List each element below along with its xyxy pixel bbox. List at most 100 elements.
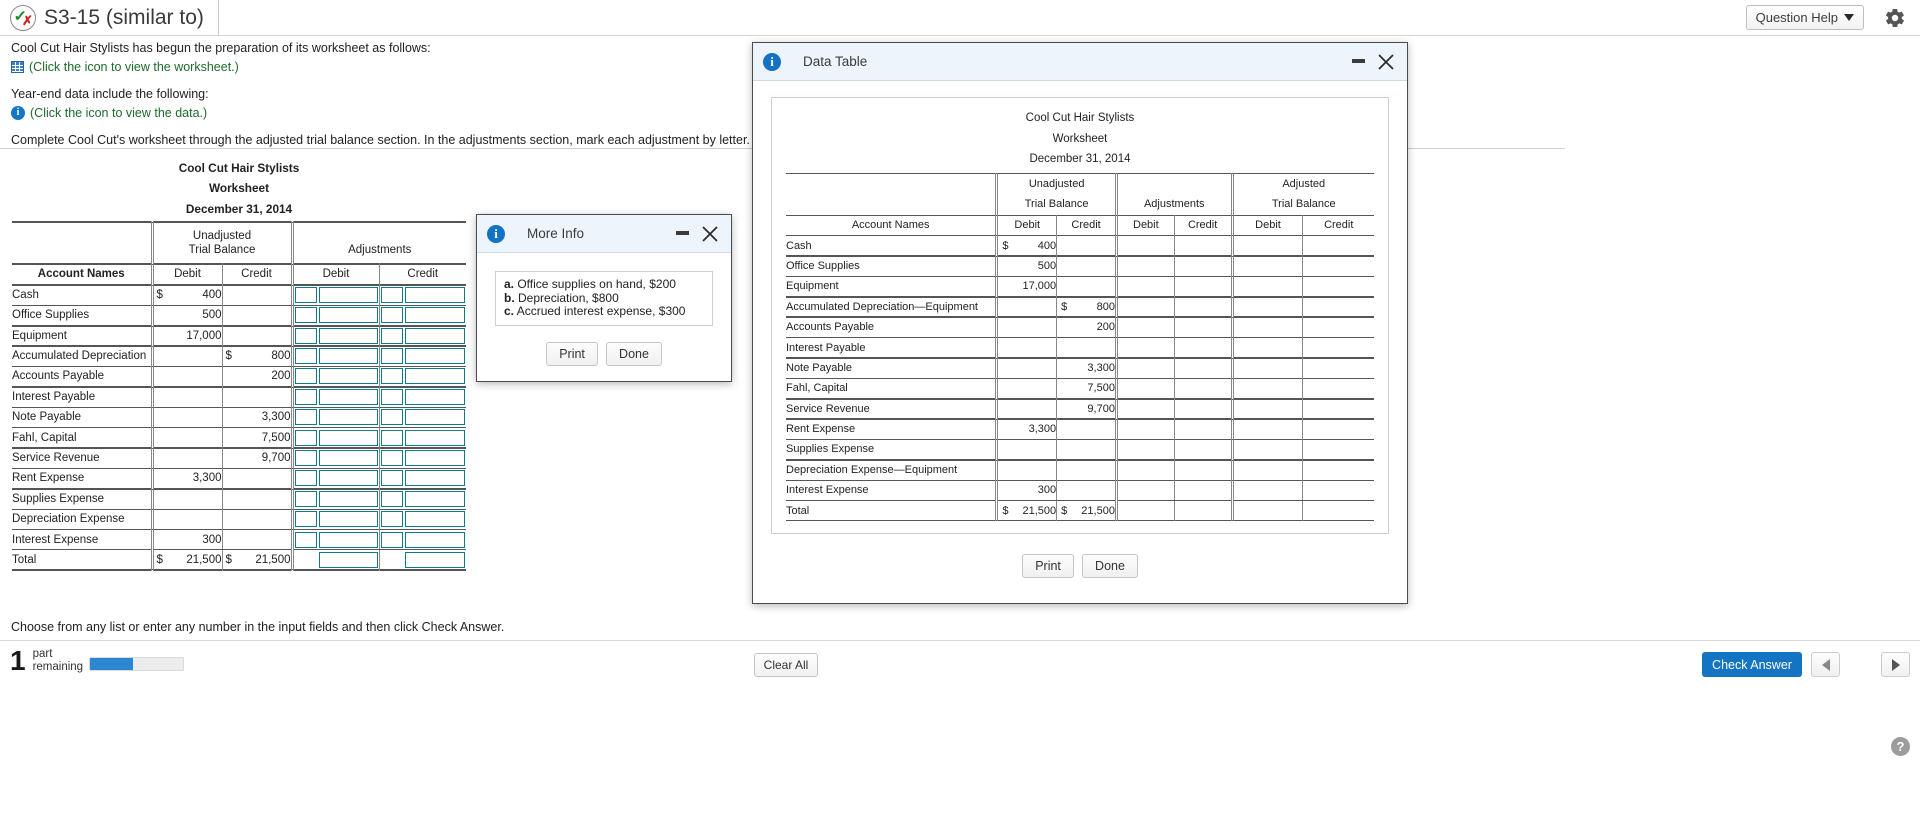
adjustment-debit-input[interactable] xyxy=(318,470,378,487)
help-button[interactable]: ? xyxy=(1891,737,1910,756)
worksheet-adj-debit-cell xyxy=(290,407,379,428)
adjustment-credit-input[interactable] xyxy=(405,327,465,344)
worksheet-account-name: Cash xyxy=(12,288,39,301)
close-icon[interactable] xyxy=(1375,51,1397,73)
adjustment-letter-input[interactable] xyxy=(294,368,317,385)
data-table-atb-credit xyxy=(1302,296,1374,317)
data-table-atb-debit xyxy=(1230,235,1303,256)
worksheet-link-label[interactable]: (Click the icon to view the worksheet.) xyxy=(29,60,239,74)
adjustment-credit-input[interactable] xyxy=(405,307,465,324)
adjustment-debit-input[interactable] xyxy=(318,531,378,548)
data-table-utb-credit xyxy=(1056,418,1117,440)
adjustment-letter-input[interactable] xyxy=(380,286,404,303)
adjustment-letter-input[interactable] xyxy=(380,409,404,426)
adjustment-credit-input[interactable] xyxy=(405,388,465,405)
adjustment-debit-input[interactable] xyxy=(318,429,378,446)
data-table-company: Cool Cut Hair Stylists xyxy=(1025,112,1135,124)
adjustment-letter-input[interactable] xyxy=(294,409,317,426)
adjustment-credit-input[interactable] xyxy=(405,531,465,548)
more-info-print-button[interactable]: Print xyxy=(546,341,599,366)
adjustment-letter-input[interactable] xyxy=(380,388,404,405)
adjustment-letter-input[interactable] xyxy=(294,450,317,467)
adjustment-letter-input[interactable] xyxy=(294,511,317,528)
adjustment-credit-input[interactable] xyxy=(405,286,465,303)
adjustment-letter-input[interactable] xyxy=(380,490,404,507)
data-table-col-4: Credit xyxy=(1173,215,1233,236)
adjustment-letter-input[interactable] xyxy=(380,511,404,528)
top-bar: ✓ ✗ S3-15 (similar to) Question Help xyxy=(0,0,1920,36)
adjustment-letter-input[interactable] xyxy=(380,470,404,487)
minimize-icon[interactable] xyxy=(676,231,689,235)
adjustment-credit-input[interactable] xyxy=(405,429,465,446)
adjustment-credit-input[interactable] xyxy=(405,450,465,467)
clear-all-button[interactable]: Clear All xyxy=(754,653,818,677)
adjustment-credit-input[interactable] xyxy=(405,511,465,528)
adjustment-letter-input[interactable] xyxy=(294,470,317,487)
minimize-icon[interactable] xyxy=(1352,59,1365,63)
worksheet-utb-credit xyxy=(221,325,292,346)
table-row: Service Revenue 9,700 xyxy=(786,398,1374,419)
adjustment-letter-input[interactable] xyxy=(294,348,317,365)
data-link-label[interactable]: (Click the icon to view the data.) xyxy=(30,106,207,120)
table-row: Equipment 17,000 xyxy=(786,276,1374,297)
adjustment-credit-input[interactable] xyxy=(405,368,465,385)
question-help-button[interactable]: Question Help xyxy=(1745,5,1864,30)
more-info-done-button[interactable]: Done xyxy=(606,341,662,366)
worksheet-utb-credit: $800 xyxy=(221,345,292,367)
data-table-atb-debit xyxy=(1230,378,1303,399)
adjustment-letter-input[interactable] xyxy=(294,307,317,324)
adjustment-credit-input[interactable] xyxy=(405,490,465,507)
adjustment-debit-input[interactable] xyxy=(318,450,378,467)
list-item: c. Accrued interest expense, $300 xyxy=(504,304,686,318)
data-table-grid: Unadjusted Trial Balance Adjustments Adjust… xyxy=(786,173,1374,522)
adjustment-debit-input[interactable] xyxy=(318,368,378,385)
adjustment-debit-input[interactable] xyxy=(318,511,378,528)
adjustment-letter-input[interactable] xyxy=(380,327,404,344)
data-table-account-name: Accumulated Depreciation—Equipment xyxy=(786,300,978,313)
adjustment-letter-input[interactable] xyxy=(380,348,404,365)
adjustment-credit-input[interactable] xyxy=(405,348,465,365)
data-table-atb-debit xyxy=(1230,276,1303,297)
data-table-done-button[interactable]: Done xyxy=(1082,554,1138,579)
worksheet-adj-credit-cell xyxy=(378,345,466,367)
gear-icon[interactable] xyxy=(1884,7,1906,29)
data-table-print-button[interactable]: Print xyxy=(1022,554,1075,579)
worksheet-utb-credit xyxy=(221,509,292,530)
info-icon[interactable]: i xyxy=(11,106,25,120)
close-icon[interactable] xyxy=(699,223,721,245)
previous-button[interactable] xyxy=(1811,652,1840,677)
adjustment-total-credit-input[interactable] xyxy=(405,551,465,568)
next-button[interactable] xyxy=(1881,652,1910,677)
adjustment-credit-input[interactable] xyxy=(405,470,465,487)
spreadsheet-icon[interactable] xyxy=(11,61,24,73)
adjustment-letter-input[interactable] xyxy=(380,307,404,324)
worksheet-utb-debit xyxy=(150,509,222,530)
adjustment-letter-input[interactable] xyxy=(294,327,317,344)
adjustment-letter-input[interactable] xyxy=(294,388,317,405)
adjustment-letter-input[interactable] xyxy=(294,490,317,507)
adjustment-debit-input[interactable] xyxy=(318,348,378,365)
worksheet-date: December 31, 2014 xyxy=(185,201,293,216)
adjustment-letter-input[interactable] xyxy=(294,429,317,446)
adjustment-letter-input[interactable] xyxy=(380,368,404,385)
adjustment-credit-input[interactable] xyxy=(405,409,465,426)
check-answer-button[interactable]: Check Answer xyxy=(1702,652,1802,677)
adjustment-letter-input[interactable] xyxy=(380,531,404,548)
adjustment-total-debit-input[interactable] xyxy=(318,551,378,568)
adjustment-debit-input[interactable] xyxy=(318,409,378,426)
adjustment-debit-input[interactable] xyxy=(318,286,378,303)
adjustment-letter-input[interactable] xyxy=(380,429,404,446)
adjustment-debit-input[interactable] xyxy=(318,327,378,344)
data-table-atb-debit xyxy=(1230,255,1303,277)
adjustment-letter-input[interactable] xyxy=(294,286,317,303)
worksheet-col-4: Credit xyxy=(378,263,466,285)
adjustment-debit-input[interactable] xyxy=(318,307,378,324)
worksheet-total-adj-credit-cell xyxy=(378,549,466,571)
data-table-atb-credit xyxy=(1302,439,1374,460)
data-table-atb-debit xyxy=(1230,296,1303,317)
adjustment-debit-input[interactable] xyxy=(318,388,378,405)
adjustment-debit-input[interactable] xyxy=(318,490,378,507)
data-table-adj-debit xyxy=(1114,276,1175,297)
adjustment-letter-input[interactable] xyxy=(294,531,317,548)
adjustment-letter-input[interactable] xyxy=(380,450,404,467)
